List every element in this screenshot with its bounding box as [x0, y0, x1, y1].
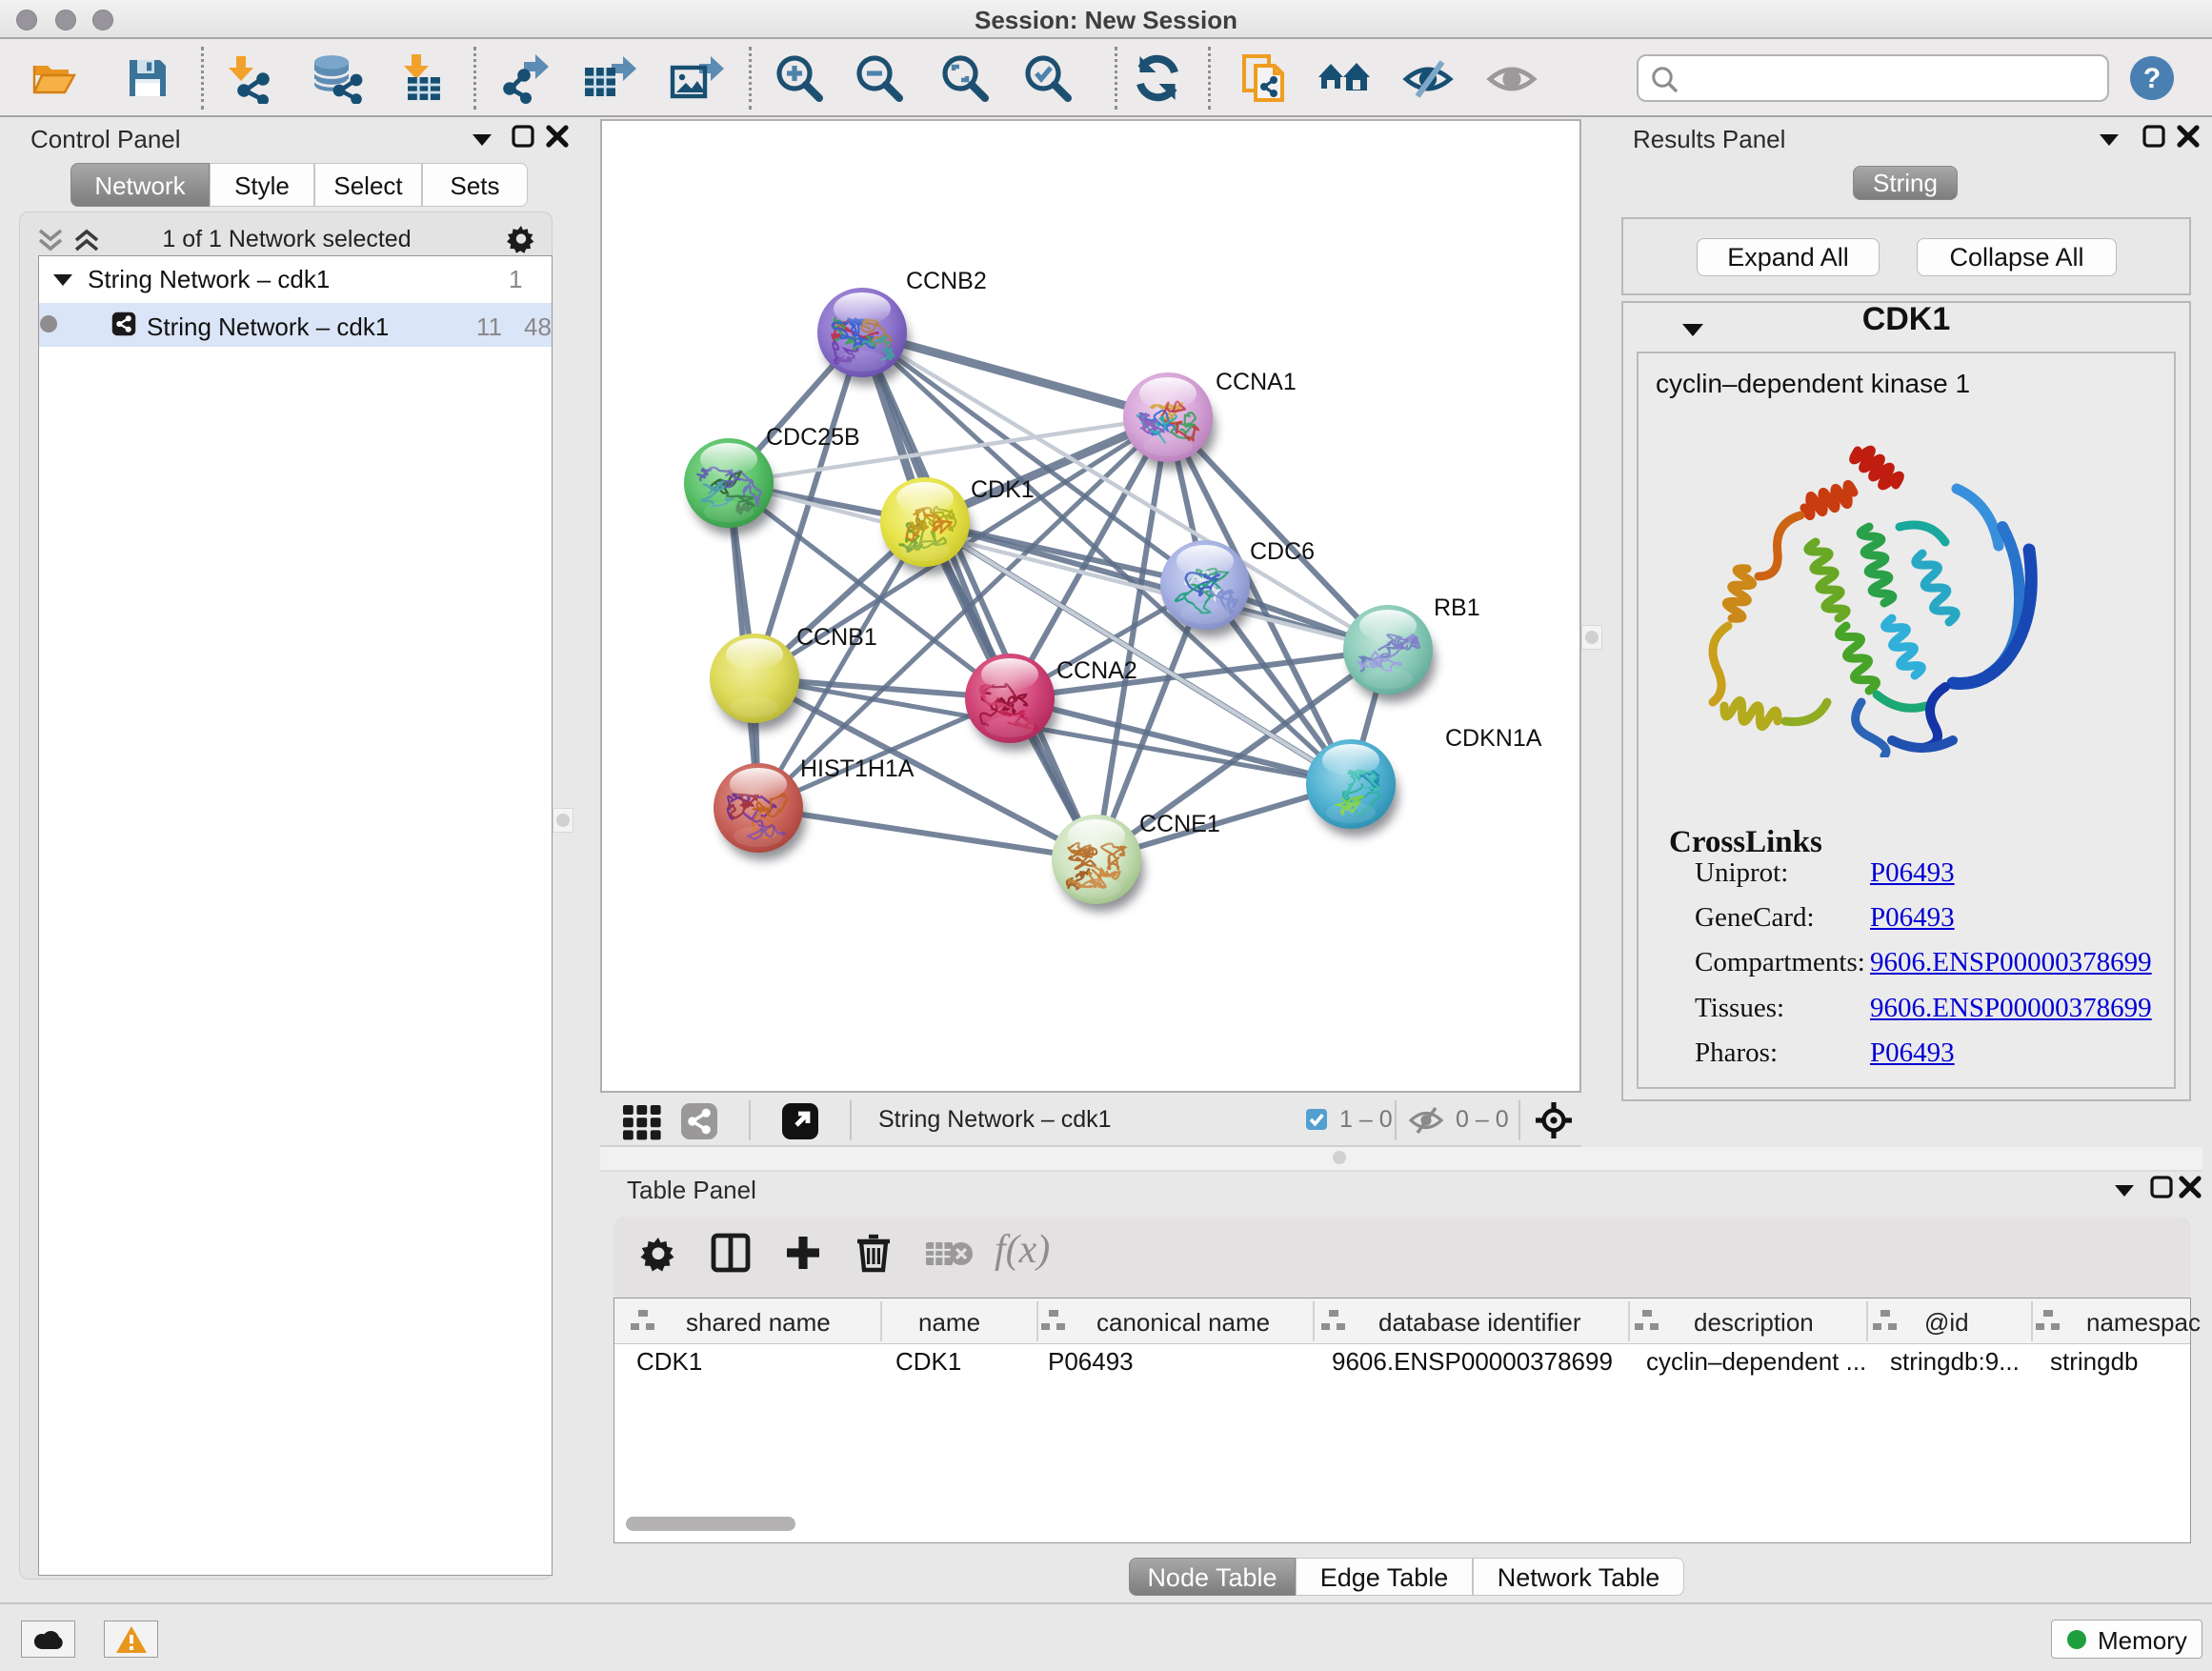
- svg-text:CDK1: CDK1: [971, 476, 1035, 503]
- svg-text:CCNA2: CCNA2: [1056, 657, 1137, 684]
- svg-text:CDC25B: CDC25B: [766, 424, 860, 451]
- svg-text:CCNE1: CCNE1: [1139, 811, 1220, 837]
- svg-text:CDC6: CDC6: [1250, 538, 1315, 565]
- svg-text:HIST1H1A: HIST1H1A: [800, 755, 915, 782]
- svg-text:?: ?: [2143, 63, 2161, 94]
- svg-text:CCNB2: CCNB2: [906, 268, 987, 294]
- svg-text:CDKN1A: CDKN1A: [1445, 725, 1542, 752]
- svg-text:CCNB1: CCNB1: [796, 624, 877, 651]
- svg-text:CCNA1: CCNA1: [1216, 369, 1297, 395]
- svg-text:RB1: RB1: [1434, 594, 1480, 621]
